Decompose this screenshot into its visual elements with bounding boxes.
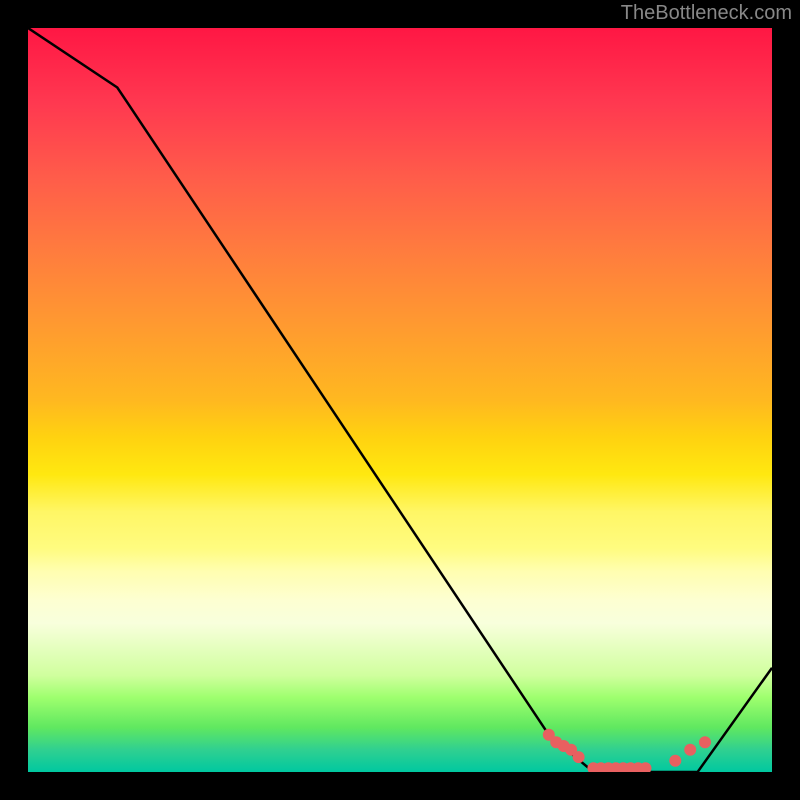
curve-markers: [543, 729, 711, 772]
bottleneck-curve: [28, 28, 772, 772]
curve-marker: [573, 751, 585, 763]
attribution-text: TheBottleneck.com: [621, 2, 792, 25]
curve-marker: [699, 736, 711, 748]
chart-svg: [28, 28, 772, 772]
chart-curve-group: [28, 28, 772, 772]
curve-marker: [669, 755, 681, 767]
curve-marker: [684, 744, 696, 756]
